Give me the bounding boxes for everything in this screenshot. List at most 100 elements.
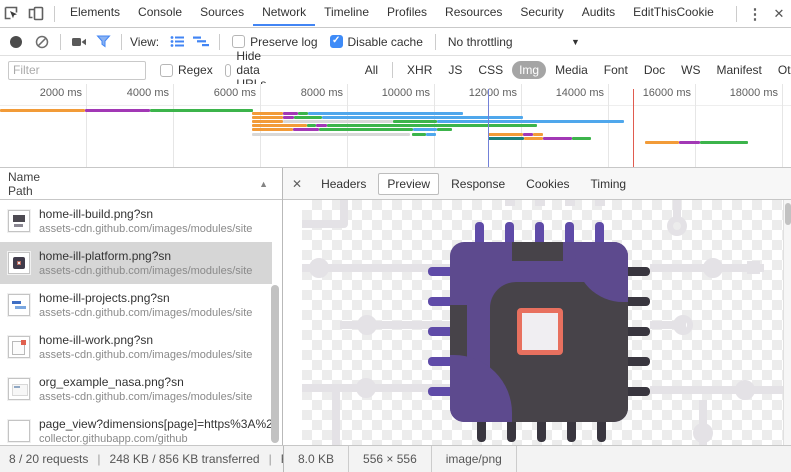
- circuit-pad-icon: [747, 261, 760, 274]
- header-name: Name: [8, 170, 41, 184]
- request-list-panel: Name Path ▲ home-ill-build.png?sn assets-…: [0, 168, 283, 445]
- request-name: home-ill-work.png?sn: [39, 332, 154, 347]
- filter-type-img[interactable]: Img: [512, 61, 547, 79]
- regex-checkbox[interactable]: [160, 63, 173, 77]
- regex-label: Regex: [178, 63, 213, 77]
- request-row[interactable]: org_example_nasa.png?sn assets-cdn.github…: [0, 368, 272, 410]
- timeline-tick-label: 16000 ms: [642, 87, 691, 99]
- tab-profiles[interactable]: Profiles: [378, 0, 436, 26]
- preserve-log-checkbox[interactable]: [232, 35, 246, 48]
- preview-scrollbar[interactable]: [783, 200, 791, 445]
- tab-security[interactable]: Security: [511, 0, 572, 26]
- detail-tab-timing[interactable]: Timing: [582, 173, 636, 195]
- tab-resources[interactable]: Resources: [436, 0, 511, 26]
- timeline-tick-label: 14000 ms: [555, 87, 604, 99]
- network-overview[interactable]: 2000 ms 4000 ms 6000 ms 8000 ms 10000 ms 1200…: [0, 84, 791, 168]
- waterfall-bar: [679, 141, 700, 144]
- request-text: home-ill-build.png?sn assets-cdn.github.c…: [39, 207, 252, 236]
- waterfall-bar: [523, 133, 533, 136]
- request-list-header[interactable]: Name Path ▲: [0, 168, 282, 200]
- filter-type-media[interactable]: Media: [548, 61, 595, 79]
- filter-type-manifest[interactable]: Manifest: [710, 61, 769, 79]
- waterfall-bar: [572, 137, 591, 140]
- waterfall-bar: [283, 116, 294, 119]
- filter-type-font[interactable]: Font: [597, 61, 635, 79]
- divider: [54, 5, 55, 22]
- screenshot-camera-icon[interactable]: [67, 31, 91, 53]
- detail-tab-cookies[interactable]: Cookies: [517, 173, 578, 195]
- dcl-event-line: [488, 89, 489, 167]
- waterfall-bar: [412, 133, 426, 136]
- show-overview-icon[interactable]: [189, 31, 213, 53]
- filter-input[interactable]: [8, 60, 146, 80]
- request-detail-panel: ✕ Headers Preview Response Cookies Timing: [283, 168, 791, 445]
- filter-type-js[interactable]: JS: [441, 61, 469, 79]
- throttling-select[interactable]: No throttling ▼: [448, 35, 580, 49]
- record-button[interactable]: [10, 35, 22, 48]
- divider: [121, 33, 122, 50]
- circuit-trace: [505, 200, 515, 206]
- detail-tab-response[interactable]: Response: [442, 173, 514, 195]
- devtools-window: Elements Console Sources Network Timeline Pro…: [0, 0, 791, 472]
- timeline-tick-label: 12000 ms: [468, 87, 517, 99]
- request-row[interactable]: page_view?dimensions[page]=https%3A%2F co…: [0, 410, 272, 445]
- tab-sources[interactable]: Sources: [191, 0, 253, 26]
- request-row[interactable]: home-ill-projects.png?sn assets-cdn.githu…: [0, 284, 272, 326]
- request-row[interactable]: home-ill-build.png?sn assets-cdn.github.c…: [0, 200, 272, 242]
- chip-notch-top: [512, 242, 563, 261]
- circuit-trace: [595, 200, 605, 206]
- preserve-log-toggle[interactable]: Preserve log: [232, 34, 318, 49]
- filter-type-xhr[interactable]: XHR: [400, 61, 439, 79]
- circuit-trace: [650, 386, 783, 394]
- filter-type-ws[interactable]: WS: [674, 61, 707, 79]
- waterfall-bar: [252, 133, 410, 136]
- circuit-node-icon: [735, 380, 755, 400]
- status-bar: 8 / 20 requests | 248 KB / 856 KB transf…: [0, 445, 791, 472]
- timeline-gridline: [782, 84, 783, 167]
- use-large-rows-icon[interactable]: [165, 31, 189, 53]
- filter-type-css[interactable]: CSS: [471, 61, 510, 79]
- waterfall-bar: [283, 112, 298, 115]
- tab-elements[interactable]: Elements: [61, 0, 129, 26]
- waterfall-bar: [85, 109, 150, 112]
- request-text: home-ill-work.png?sn assets-cdn.github.co…: [39, 333, 252, 362]
- clear-icon[interactable]: [30, 31, 54, 53]
- detail-tab-headers[interactable]: Headers: [312, 173, 375, 195]
- requests-count: 8 / 20 requests: [9, 452, 89, 466]
- filter-type-doc[interactable]: Doc: [637, 61, 672, 79]
- waterfall-bar: [252, 124, 307, 127]
- waterfall-bar: [533, 133, 543, 136]
- tab-audits[interactable]: Audits: [573, 0, 624, 26]
- disable-cache-checkbox[interactable]: [329, 35, 343, 48]
- preserve-log-label: Preserve log: [250, 34, 318, 49]
- close-detail-icon[interactable]: ✕: [292, 177, 302, 191]
- divider: [60, 33, 61, 50]
- tab-network[interactable]: Network: [253, 0, 315, 26]
- waterfall-bar: [322, 116, 523, 119]
- overflow-menu-icon[interactable]: ⋮: [743, 3, 767, 25]
- regex-toggle[interactable]: Regex: [160, 63, 213, 77]
- ruler-line: [0, 105, 791, 106]
- request-rows: home-ill-build.png?sn assets-cdn.github.c…: [0, 200, 272, 445]
- device-toolbar-icon[interactable]: [24, 3, 48, 25]
- filter-type-other[interactable]: Other: [771, 61, 791, 79]
- tab-editthiscookie[interactable]: EditThisCookie: [624, 0, 723, 26]
- filter-type-all[interactable]: All: [358, 61, 385, 79]
- filter-funnel-icon[interactable]: [91, 31, 115, 53]
- tab-timeline[interactable]: Timeline: [315, 0, 378, 26]
- request-path: assets-cdn.github.com/images/modules/sit…: [39, 222, 253, 235]
- request-row[interactable]: home-ill-work.png?sn assets-cdn.github.co…: [0, 326, 272, 368]
- tab-console[interactable]: Console: [129, 0, 191, 26]
- preview-scrollbar-thumb[interactable]: [785, 203, 791, 225]
- circuit-node-icon: [356, 378, 376, 398]
- close-devtools-icon[interactable]: ✕: [767, 3, 791, 25]
- request-name: home-ill-platform.png?sn: [39, 248, 172, 263]
- list-scrollbar-thumb[interactable]: [271, 285, 279, 443]
- waterfall-bar: [252, 120, 283, 123]
- waterfall-bar: [319, 128, 413, 131]
- hide-data-urls-checkbox[interactable]: [224, 63, 232, 77]
- disable-cache-toggle[interactable]: Disable cache: [329, 35, 423, 49]
- detail-tab-preview[interactable]: Preview: [378, 172, 440, 195]
- inspect-element-icon[interactable]: [0, 3, 24, 25]
- request-row[interactable]: home-ill-platform.png?sn assets-cdn.githu…: [0, 242, 272, 284]
